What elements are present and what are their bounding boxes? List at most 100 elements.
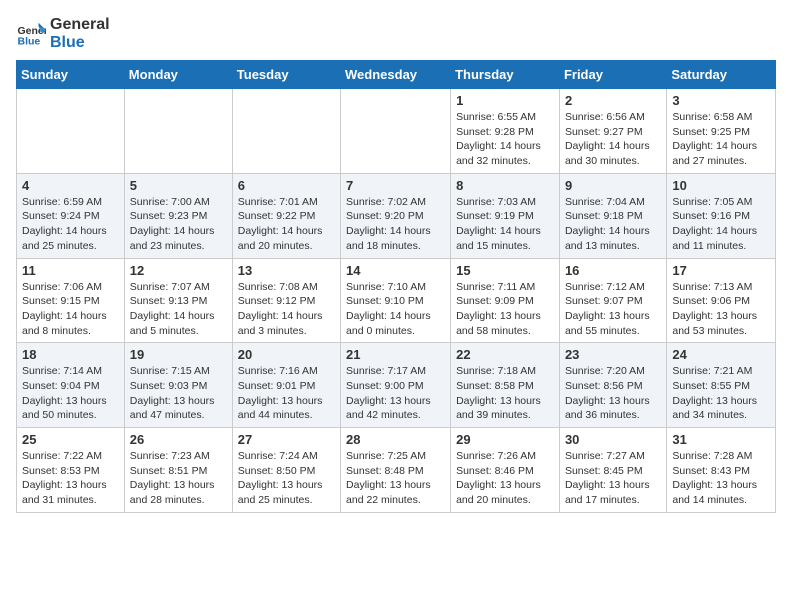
calendar-cell: 13 Sunrise: 7:08 AMSunset: 9:12 PMDayligh… [232, 258, 340, 343]
calendar-cell: 24Sunrise: 7:21 AMSunset: 8:55 PMDayligh… [667, 343, 776, 428]
day-info: Sunrise: 7:25 AMSunset: 8:48 PMDaylight:… [346, 449, 445, 508]
day-info: Sunrise: 7:23 AMSunset: 8:51 PMDaylight:… [130, 449, 227, 508]
day-info: Sunrise: 7:12 AMSunset: 9:07 PMDaylight:… [565, 280, 661, 339]
calendar-cell: 30 Sunrise: 7:27 AMSunset: 8:45 PMDayligh… [559, 428, 666, 513]
day-info: Sunrise: 7:24 AMSunset: 8:50 PMDaylight:… [238, 449, 335, 508]
day-number: 13 [238, 263, 335, 278]
calendar-week-row: 25 Sunrise: 7:22 AMSunset: 8:53 PMDayligh… [17, 428, 776, 513]
day-info: Sunrise: 7:17 AMSunset: 9:00 PMDaylight:… [346, 364, 445, 423]
day-number: 5 [130, 178, 227, 193]
day-info: Sunrise: 6:59 AMSunset: 9:24 PMDaylight:… [22, 195, 119, 254]
calendar-cell: 17 Sunrise: 7:13 AMSunset: 9:06 PMDayligh… [667, 258, 776, 343]
calendar-week-row: 1Sunrise: 6:55 AMSunset: 9:28 PMDaylight… [17, 89, 776, 174]
day-info: Sunrise: 7:11 AMSunset: 9:09 PMDaylight:… [456, 280, 554, 339]
day-number: 9 [565, 178, 661, 193]
day-number: 29 [456, 432, 554, 447]
day-info: Sunrise: 6:58 AMSunset: 9:25 PMDaylight:… [672, 110, 770, 169]
day-info: Sunrise: 7:03 AMSunset: 9:19 PMDaylight:… [456, 195, 554, 254]
calendar-cell: 31Sunrise: 7:28 AMSunset: 8:43 PMDayligh… [667, 428, 776, 513]
calendar-cell: 9 Sunrise: 7:04 AMSunset: 9:18 PMDaylight… [559, 173, 666, 258]
logo-general: General [50, 16, 110, 34]
calendar-table: Sunday Monday Tuesday Wednesday Thursday… [16, 60, 776, 513]
day-number: 28 [346, 432, 445, 447]
calendar-cell: 10Sunrise: 7:05 AMSunset: 9:16 PMDayligh… [667, 173, 776, 258]
day-number: 3 [672, 93, 770, 108]
day-number: 19 [130, 347, 227, 362]
day-info: Sunrise: 6:56 AMSunset: 9:27 PMDaylight:… [565, 110, 661, 169]
calendar-cell: 1Sunrise: 6:55 AMSunset: 9:28 PMDaylight… [451, 89, 560, 174]
day-number: 8 [456, 178, 554, 193]
header-sunday: Sunday [17, 61, 125, 89]
header-wednesday: Wednesday [341, 61, 451, 89]
header-tuesday: Tuesday [232, 61, 340, 89]
day-number: 25 [22, 432, 119, 447]
calendar-cell: 5 Sunrise: 7:00 AMSunset: 9:23 PMDaylight… [124, 173, 232, 258]
day-number: 21 [346, 347, 445, 362]
day-number: 30 [565, 432, 661, 447]
day-number: 4 [22, 178, 119, 193]
day-info: Sunrise: 7:22 AMSunset: 8:53 PMDaylight:… [22, 449, 119, 508]
day-info: Sunrise: 7:00 AMSunset: 9:23 PMDaylight:… [130, 195, 227, 254]
calendar-cell: 3 Sunrise: 6:58 AMSunset: 9:25 PMDaylight… [667, 89, 776, 174]
calendar-header-row: Sunday Monday Tuesday Wednesday Thursday… [17, 61, 776, 89]
day-info: Sunrise: 7:13 AMSunset: 9:06 PMDaylight:… [672, 280, 770, 339]
day-info: Sunrise: 7:18 AMSunset: 8:58 PMDaylight:… [456, 364, 554, 423]
day-info: Sunrise: 7:06 AMSunset: 9:15 PMDaylight:… [22, 280, 119, 339]
calendar-cell: 6 Sunrise: 7:01 AMSunset: 9:22 PMDaylight… [232, 173, 340, 258]
calendar-week-row: 11Sunrise: 7:06 AMSunset: 9:15 PMDayligh… [17, 258, 776, 343]
day-info: Sunrise: 7:05 AMSunset: 9:16 PMDaylight:… [672, 195, 770, 254]
day-number: 16 [565, 263, 661, 278]
calendar-cell: 11Sunrise: 7:06 AMSunset: 9:15 PMDayligh… [17, 258, 125, 343]
calendar-cell [124, 89, 232, 174]
header-monday: Monday [124, 61, 232, 89]
calendar-cell: 22 Sunrise: 7:18 AMSunset: 8:58 PMDayligh… [451, 343, 560, 428]
day-info: Sunrise: 7:16 AMSunset: 9:01 PMDaylight:… [238, 364, 335, 423]
calendar-cell: 14 Sunrise: 7:10 AMSunset: 9:10 PMDayligh… [341, 258, 451, 343]
calendar-cell: 4 Sunrise: 6:59 AMSunset: 9:24 PMDaylight… [17, 173, 125, 258]
calendar-cell: 16 Sunrise: 7:12 AMSunset: 9:07 PMDayligh… [559, 258, 666, 343]
calendar-cell: 26Sunrise: 7:23 AMSunset: 8:51 PMDayligh… [124, 428, 232, 513]
day-number: 20 [238, 347, 335, 362]
day-number: 1 [456, 93, 554, 108]
calendar-cell: 18Sunrise: 7:14 AMSunset: 9:04 PMDayligh… [17, 343, 125, 428]
day-info: Sunrise: 7:21 AMSunset: 8:55 PMDaylight:… [672, 364, 770, 423]
calendar-week-row: 18Sunrise: 7:14 AMSunset: 9:04 PMDayligh… [17, 343, 776, 428]
day-info: Sunrise: 7:02 AMSunset: 9:20 PMDaylight:… [346, 195, 445, 254]
header-friday: Friday [559, 61, 666, 89]
calendar-cell: 2Sunrise: 6:56 AMSunset: 9:27 PMDaylight… [559, 89, 666, 174]
calendar-cell: 27 Sunrise: 7:24 AMSunset: 8:50 PMDayligh… [232, 428, 340, 513]
day-info: Sunrise: 7:20 AMSunset: 8:56 PMDaylight:… [565, 364, 661, 423]
calendar-cell [232, 89, 340, 174]
logo: General Blue General Blue [16, 16, 110, 52]
day-number: 17 [672, 263, 770, 278]
day-info: Sunrise: 7:04 AMSunset: 9:18 PMDaylight:… [565, 195, 661, 254]
calendar-cell: 20 Sunrise: 7:16 AMSunset: 9:01 PMDayligh… [232, 343, 340, 428]
day-number: 15 [456, 263, 554, 278]
header-saturday: Saturday [667, 61, 776, 89]
page-header: General Blue General Blue [16, 16, 776, 52]
calendar-cell: 8 Sunrise: 7:03 AMSunset: 9:19 PMDaylight… [451, 173, 560, 258]
day-info: Sunrise: 7:26 AMSunset: 8:46 PMDaylight:… [456, 449, 554, 508]
calendar-cell: 7 Sunrise: 7:02 AMSunset: 9:20 PMDaylight… [341, 173, 451, 258]
day-number: 27 [238, 432, 335, 447]
day-number: 22 [456, 347, 554, 362]
calendar-cell: 12 Sunrise: 7:07 AMSunset: 9:13 PMDayligh… [124, 258, 232, 343]
day-number: 18 [22, 347, 119, 362]
calendar-cell [341, 89, 451, 174]
calendar-cell [17, 89, 125, 174]
day-number: 12 [130, 263, 227, 278]
day-number: 7 [346, 178, 445, 193]
logo-icon: General Blue [16, 19, 46, 49]
calendar-cell: 23 Sunrise: 7:20 AMSunset: 8:56 PMDayligh… [559, 343, 666, 428]
day-number: 14 [346, 263, 445, 278]
day-number: 31 [672, 432, 770, 447]
calendar-cell: 15 Sunrise: 7:11 AMSunset: 9:09 PMDayligh… [451, 258, 560, 343]
day-number: 23 [565, 347, 661, 362]
calendar-cell: 28 Sunrise: 7:25 AMSunset: 8:48 PMDayligh… [341, 428, 451, 513]
day-info: Sunrise: 7:10 AMSunset: 9:10 PMDaylight:… [346, 280, 445, 339]
day-number: 6 [238, 178, 335, 193]
day-info: Sunrise: 7:27 AMSunset: 8:45 PMDaylight:… [565, 449, 661, 508]
day-info: Sunrise: 7:07 AMSunset: 9:13 PMDaylight:… [130, 280, 227, 339]
day-info: Sunrise: 7:08 AMSunset: 9:12 PMDaylight:… [238, 280, 335, 339]
day-info: Sunrise: 7:01 AMSunset: 9:22 PMDaylight:… [238, 195, 335, 254]
